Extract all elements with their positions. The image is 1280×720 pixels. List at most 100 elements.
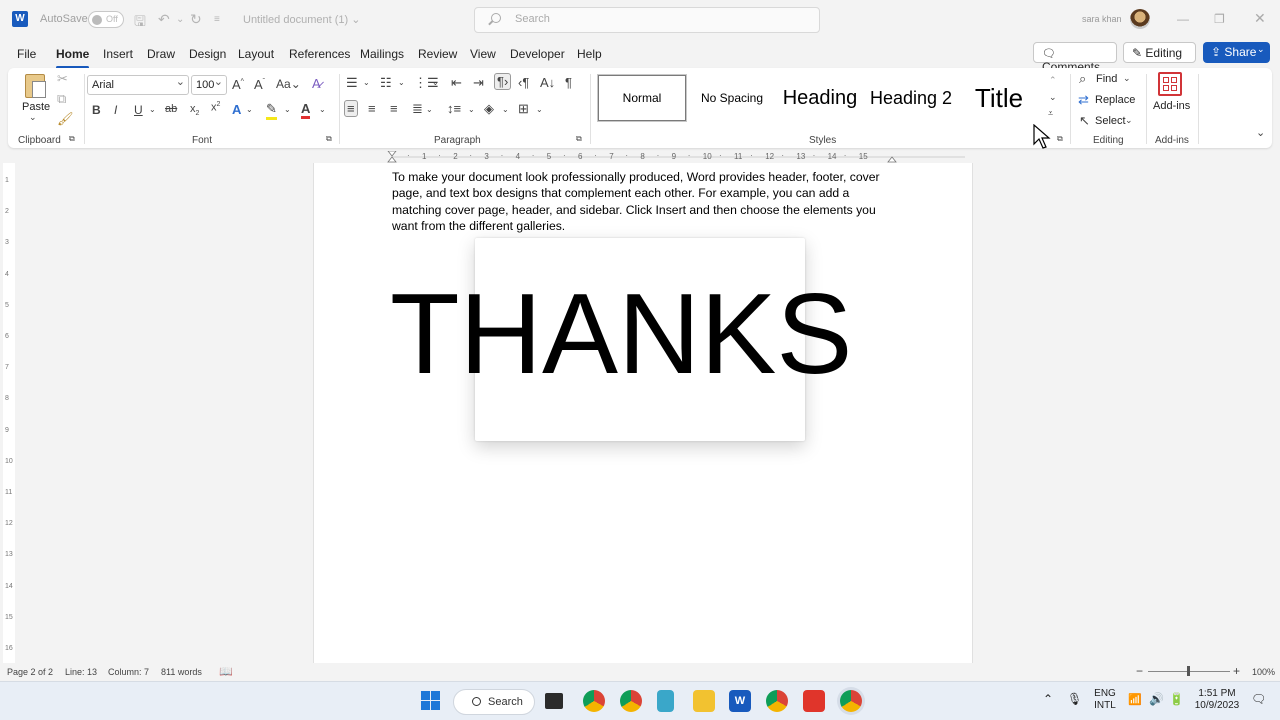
- redo-icon[interactable]: ↻: [190, 11, 202, 28]
- bold-icon[interactable]: B: [92, 103, 101, 117]
- select-dropdown-icon[interactable]: ⌄: [1125, 115, 1133, 126]
- borders-icon[interactable]: ⊞: [518, 101, 529, 117]
- restore-icon[interactable]: ❐: [1214, 12, 1225, 26]
- italic-icon[interactable]: I: [114, 103, 117, 117]
- style-heading-2[interactable]: Heading 2: [866, 75, 956, 121]
- tab-home[interactable]: Home: [56, 47, 90, 69]
- tab-mailings[interactable]: Mailings: [360, 47, 404, 61]
- word-taskbar-icon[interactable]: W: [729, 690, 751, 712]
- tab-developer[interactable]: Developer: [510, 47, 565, 61]
- shading-icon[interactable]: ◈: [484, 101, 494, 117]
- numbering-icon[interactable]: ☷: [380, 75, 392, 91]
- select-button[interactable]: Select: [1095, 115, 1126, 127]
- ltr-icon[interactable]: ¶›: [494, 73, 512, 90]
- find-icon[interactable]: ⌕: [1079, 71, 1086, 87]
- styles-scroll-up-icon[interactable]: ⌃: [1049, 75, 1057, 86]
- page-count[interactable]: Page 2 of 2: [7, 667, 53, 677]
- style-title[interactable]: Title: [962, 75, 1036, 121]
- read-mode-icon[interactable]: 📖: [219, 665, 233, 678]
- subscript-icon[interactable]: x2: [190, 103, 199, 117]
- line-spacing-dropdown-icon[interactable]: ⌄: [468, 105, 475, 114]
- style-no-spacing[interactable]: No Spacing: [692, 75, 772, 121]
- paste-button[interactable]: [22, 72, 48, 100]
- add-ins-icon[interactable]: [1158, 72, 1182, 96]
- decrease-indent-icon[interactable]: ⇤: [451, 75, 462, 91]
- sort-icon[interactable]: A↓: [540, 75, 555, 90]
- align-right-icon[interactable]: ≡: [390, 101, 398, 116]
- copy-icon[interactable]: ⧉: [57, 91, 66, 107]
- superscript-icon[interactable]: x2: [211, 101, 220, 114]
- replace-icon[interactable]: ⇄: [1078, 92, 1089, 108]
- chrome-active-icon[interactable]: [840, 690, 862, 712]
- file-explorer-icon[interactable]: [693, 690, 715, 712]
- chrome-second-icon[interactable]: [766, 690, 788, 712]
- numbering-dropdown-icon[interactable]: ⌄: [398, 78, 405, 87]
- zoom-out-button[interactable]: −: [1136, 664, 1143, 678]
- replace-button[interactable]: Replace: [1095, 94, 1135, 106]
- text-effects-dropdown-icon[interactable]: ⌄: [246, 105, 253, 114]
- autosave-toggle[interactable]: Off: [88, 11, 124, 28]
- style-normal[interactable]: Normal: [598, 75, 686, 121]
- increase-indent-icon[interactable]: ⇥: [473, 75, 484, 91]
- tab-review[interactable]: Review: [418, 47, 457, 61]
- bullets-dropdown-icon[interactable]: ⌄: [363, 78, 370, 87]
- show-formatting-icon[interactable]: ¶: [565, 75, 572, 90]
- font-name-combo[interactable]: Arial: [87, 75, 189, 95]
- microphone-icon[interactable]: 🎙: [1067, 692, 1082, 706]
- multilevel-dropdown-icon[interactable]: ⌄: [432, 78, 439, 87]
- shrink-font-icon[interactable]: Aˇ: [254, 77, 265, 92]
- find-button[interactable]: Find: [1096, 73, 1117, 85]
- save-icon[interactable]: 🖫: [134, 11, 146, 35]
- tab-help[interactable]: Help: [577, 47, 602, 61]
- wifi-icon[interactable]: 📶: [1128, 693, 1142, 706]
- highlight-dropdown-icon[interactable]: ⌄: [284, 105, 291, 114]
- strikethrough-icon[interactable]: ab: [165, 103, 177, 115]
- taskbar-search[interactable]: Search: [453, 689, 535, 715]
- highlight-icon[interactable]: ✎: [266, 101, 277, 120]
- editing-mode-button[interactable]: ✎ Editing ⌄: [1123, 42, 1196, 73]
- font-color-icon[interactable]: A: [301, 101, 311, 119]
- tab-references[interactable]: References: [289, 47, 350, 61]
- font-launcher-icon[interactable]: ⧉: [326, 134, 332, 144]
- task-view-icon[interactable]: [545, 693, 563, 709]
- underline-icon[interactable]: U: [134, 103, 143, 117]
- align-left-icon[interactable]: ≡: [344, 100, 358, 117]
- search-box[interactable]: Search: [474, 7, 820, 33]
- tab-design[interactable]: Design: [189, 47, 226, 61]
- rtl-icon[interactable]: ‹¶: [518, 75, 529, 90]
- vertical-ruler[interactable]: 123456789101112131415161718: [3, 163, 15, 714]
- grow-font-icon[interactable]: A^: [232, 77, 244, 92]
- comments-button[interactable]: 🗨 Comments: [1033, 42, 1117, 74]
- large-text[interactable]: THANKS: [390, 270, 852, 400]
- font-color-dropdown-icon[interactable]: ⌄: [319, 105, 326, 114]
- notifications-icon[interactable]: 🗨: [1251, 692, 1266, 706]
- tab-file[interactable]: File: [17, 47, 36, 61]
- language-indicator[interactable]: ENG INTL: [1092, 688, 1118, 712]
- share-button[interactable]: ⇪ Share ⌄: [1203, 42, 1270, 63]
- volume-icon[interactable]: 🔊: [1149, 692, 1164, 706]
- clipboard-launcher-icon[interactable]: ⧉: [69, 134, 75, 144]
- red-app-icon[interactable]: [803, 690, 825, 712]
- bullets-icon[interactable]: ☰: [346, 75, 358, 91]
- select-icon[interactable]: ↖: [1079, 113, 1090, 129]
- zoom-in-button[interactable]: +: [1233, 664, 1240, 678]
- tab-draw[interactable]: Draw: [147, 47, 175, 61]
- align-center-icon[interactable]: ≡: [368, 101, 376, 116]
- user-name[interactable]: sara khan: [1082, 14, 1122, 24]
- shading-dropdown-icon[interactable]: ⌄: [502, 105, 509, 114]
- chrome-icon[interactable]: [583, 690, 605, 712]
- battery-icon[interactable]: 🔋: [1169, 692, 1184, 706]
- borders-dropdown-icon[interactable]: ⌄: [536, 105, 543, 114]
- horizontal-ruler[interactable]: 1 · 2 · 3 · 4 · 5 · 6 · 7 · 8 · 9 · 10 · 11 · 12 · 13 · 14 · 15 ·: [380, 151, 970, 163]
- minimize-icon[interactable]: —: [1177, 12, 1189, 26]
- font-size-combo[interactable]: 100: [191, 75, 227, 95]
- document-title[interactable]: Untitled document (1) ⌄: [243, 13, 360, 26]
- styles-more-icon[interactable]: ⩡: [1048, 108, 1053, 119]
- style-heading[interactable]: Heading: [778, 75, 862, 121]
- word-count[interactable]: 811 words: [161, 667, 202, 677]
- zoom-level[interactable]: 100%: [1252, 667, 1275, 677]
- text-effects-icon[interactable]: A: [232, 102, 241, 117]
- undo-icon[interactable]: ↶: [158, 11, 170, 28]
- tab-view[interactable]: View: [470, 47, 496, 61]
- add-ins-button[interactable]: Add-ins: [1153, 100, 1190, 112]
